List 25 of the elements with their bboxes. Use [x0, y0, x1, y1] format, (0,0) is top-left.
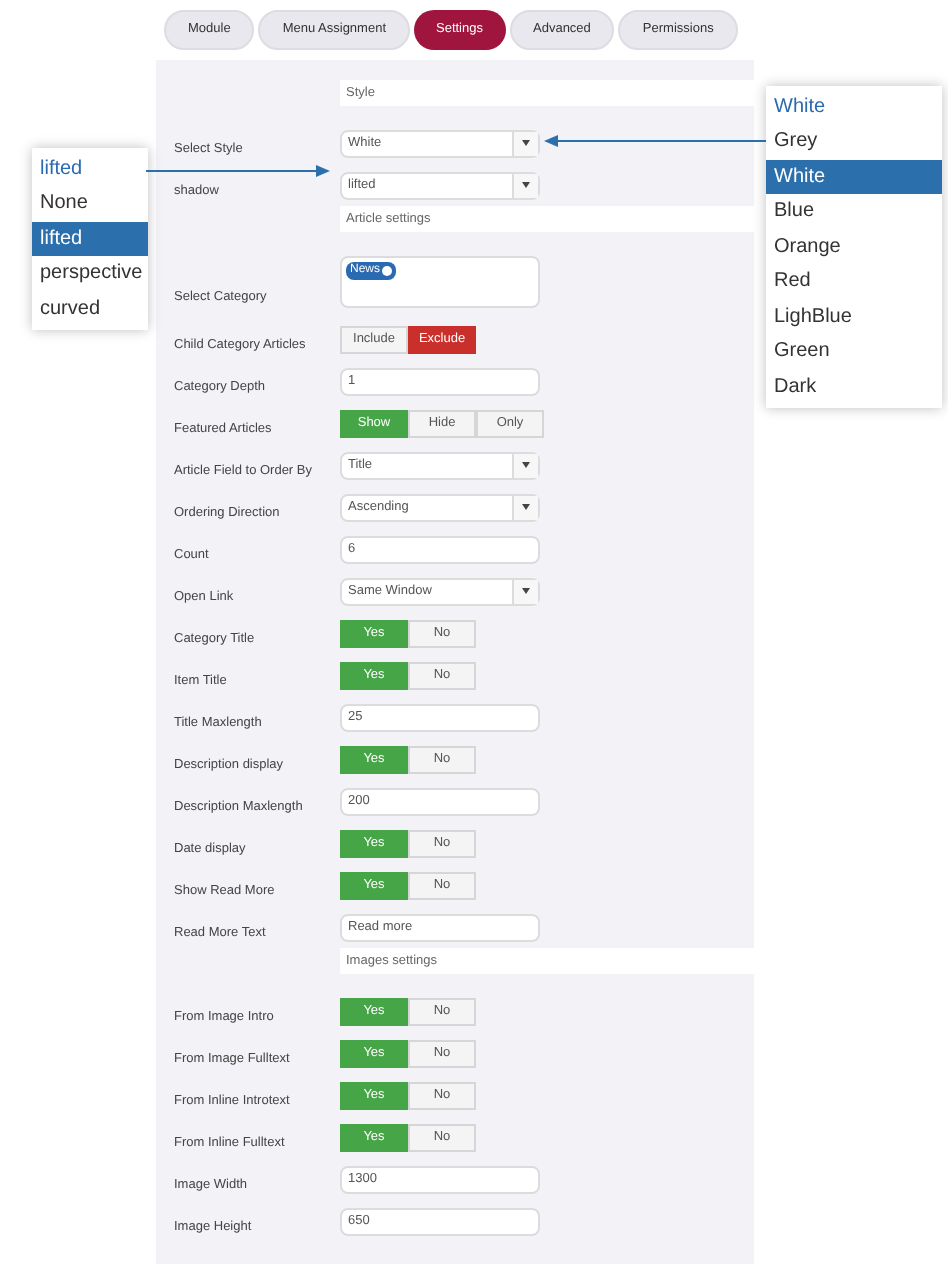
dropdown-button[interactable]	[512, 173, 538, 197]
menu-item[interactable]: Orange	[766, 229, 942, 264]
dropdown-button[interactable]	[512, 453, 538, 477]
menu-item[interactable]: Green	[766, 334, 942, 369]
dropdown-button[interactable]	[512, 131, 538, 155]
menu-item[interactable]: Red	[766, 264, 942, 299]
caret-icon	[522, 140, 530, 146]
menu-item[interactable]: Blue	[766, 194, 942, 229]
menu-item[interactable]: None	[32, 186, 148, 221]
dropdown-button[interactable]	[512, 495, 538, 519]
menu-item[interactable]: lifted	[32, 221, 148, 256]
dropdown-button[interactable]	[512, 579, 538, 603]
caret-icon	[522, 504, 530, 510]
menu-item[interactable]: curved	[32, 291, 148, 326]
menu-title: lifted	[38, 156, 85, 184]
menu-item[interactable]: Dark	[766, 369, 942, 404]
menu-item[interactable]: perspective	[32, 256, 148, 291]
remove-icon[interactable]	[382, 266, 393, 276]
menu-item[interactable]: LighBlue	[766, 299, 942, 334]
caret-icon	[522, 182, 530, 188]
menu-item[interactable]: White	[766, 159, 942, 194]
caret-icon	[522, 588, 530, 594]
caret-icon	[522, 462, 530, 468]
menu-item[interactable]: Grey	[766, 124, 942, 159]
menu-title: White	[772, 94, 828, 122]
